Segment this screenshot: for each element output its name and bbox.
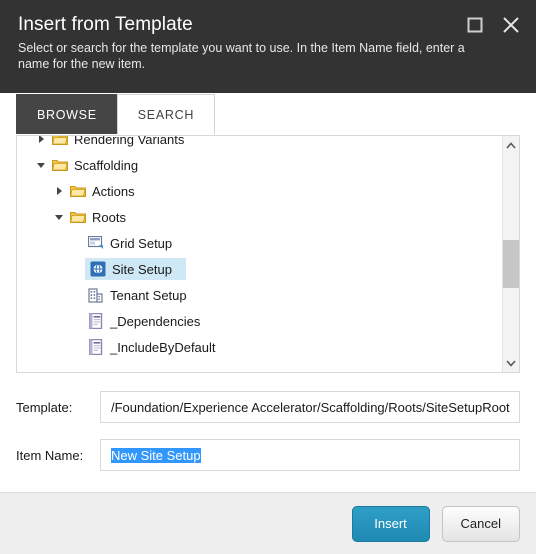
template-field-row: Template: /Foundation/Experience Acceler… [16, 391, 520, 423]
folder-icon [51, 136, 69, 148]
globe-icon [89, 260, 107, 278]
tree-row-label: Roots [92, 209, 126, 225]
tab-search[interactable]: SEARCH [116, 94, 216, 135]
dialog-title: Insert from Template [18, 14, 193, 35]
building-icon [87, 286, 105, 304]
tab-browse[interactable]: BROWSE [16, 94, 118, 135]
grid-layout-icon [87, 234, 105, 252]
tree-row-label: Tenant Setup [110, 287, 187, 303]
tab-browse-label: BROWSE [37, 108, 97, 122]
tree-row[interactable]: Grid Setup [17, 230, 502, 256]
tree-row-label: _Dependencies [110, 313, 201, 329]
tree-row-label: _IncludeByDefault [110, 339, 216, 355]
window-controls [464, 14, 522, 36]
tree-row[interactable]: _IncludeByDefault [17, 334, 502, 360]
tree-list: Rendering Variants Scaffolding Actions R… [17, 136, 502, 364]
template-label: Template: [16, 399, 73, 415]
chevron-right-icon[interactable] [51, 183, 67, 199]
tree-selection-highlight: Site Setup [85, 258, 186, 280]
tree-row-label: Site Setup [112, 261, 172, 277]
cancel-button-label: Cancel [460, 516, 501, 531]
chevron-up-icon[interactable] [503, 136, 519, 154]
template-tree-panel: Rendering Variants Scaffolding Actions R… [16, 135, 520, 373]
tree-row-label: Actions [92, 183, 135, 199]
chevron-down-icon[interactable] [503, 354, 519, 372]
tree-row[interactable]: _Dependencies [17, 308, 502, 334]
item-name-value: New Site Setup [111, 447, 201, 463]
tree-row[interactable]: Tenant Setup [17, 282, 502, 308]
chevron-down-icon[interactable] [51, 209, 67, 225]
document-list-icon [87, 312, 105, 330]
template-path-input[interactable]: /Foundation/Experience Accelerator/Scaff… [100, 391, 520, 423]
tree-row[interactable]: Scaffolding [17, 152, 502, 178]
item-name-input[interactable]: New Site Setup [100, 439, 520, 471]
template-form: Template: /Foundation/Experience Acceler… [16, 373, 520, 487]
dialog-footer: Insert Cancel [0, 492, 536, 554]
insert-button-label: Insert [374, 516, 407, 531]
folder-icon [69, 182, 87, 200]
tree-row[interactable]: Actions [17, 178, 502, 204]
chevron-down-icon[interactable] [33, 157, 49, 173]
item-name-label: Item Name: [16, 447, 84, 463]
insert-button[interactable]: Insert [351, 505, 430, 542]
tree-row-label: Rendering Variants [74, 136, 185, 147]
tree-scroll-viewport: Rendering Variants Scaffolding Actions R… [17, 136, 502, 372]
template-path-value: /Foundation/Experience Accelerator/Scaff… [111, 399, 510, 415]
dialog-description: Select or search for the template you wa… [18, 41, 465, 71]
tab-search-label: SEARCH [137, 108, 195, 122]
item-name-field-row: Item Name: New Site Setup [16, 439, 520, 471]
tree-row[interactable]: Roots [17, 204, 502, 230]
tree-row-label: Grid Setup [110, 235, 173, 251]
tree-row-label: Scaffolding [74, 157, 139, 173]
cancel-button[interactable]: Cancel [441, 505, 520, 542]
close-x-icon[interactable] [500, 14, 522, 36]
tab-bar: BROWSE SEARCH [0, 93, 536, 135]
dialog-content: Rendering Variants Scaffolding Actions R… [0, 135, 536, 492]
document-list-icon [87, 338, 105, 356]
tree-vertical-scrollbar[interactable] [502, 136, 519, 372]
dialog-header: Insert from Template Select or search fo… [0, 0, 536, 93]
folder-icon [51, 156, 69, 174]
tree-row[interactable]: Rendering Variants [17, 136, 502, 152]
folder-icon [69, 208, 87, 226]
scrollbar-thumb[interactable] [503, 240, 519, 288]
chevron-right-icon[interactable] [33, 136, 49, 147]
tree-row-site-setup[interactable]: Site Setup [17, 256, 502, 282]
maximize-square-icon[interactable] [464, 14, 486, 36]
insert-from-template-dialog: Insert from Template Select or search fo… [0, 0, 536, 554]
